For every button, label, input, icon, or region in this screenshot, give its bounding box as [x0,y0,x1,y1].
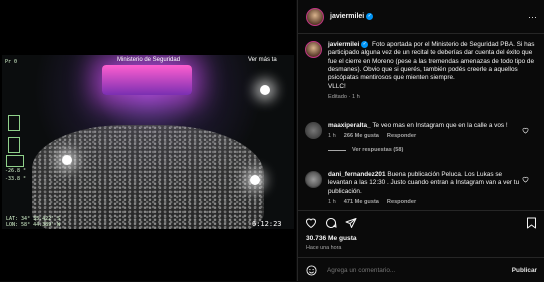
post-media: Ministerio de Seguridad Ver más ta Pr 0 … [0,0,296,281]
flood-light [260,85,270,95]
avatar[interactable] [305,171,322,188]
comment-likes[interactable]: 266 Me gusta [344,133,379,139]
publish-button[interactable]: Publicar [512,267,537,274]
heart-icon[interactable] [522,176,529,183]
comment-username[interactable]: maaxiperalta_ [328,122,371,129]
view-replies-label: Ver respuestas (58) [352,147,404,154]
hud-box [6,155,24,167]
hud-top-right: Ver más ta [248,57,277,63]
flood-light [250,175,260,185]
hud-box [8,137,20,153]
heart-icon[interactable] [522,127,529,134]
flood-light [62,155,72,165]
avatar[interactable] [306,7,324,26]
hud-left-top: Pr 0 [5,59,18,65]
avatar[interactable] [305,122,322,139]
comment-likes[interactable]: 471 Me gusta [344,199,379,205]
verified-icon: ✓ [361,41,369,48]
hud-top-label: Ministerio de Seguridad [117,57,181,63]
comment-username[interactable]: dani_fernandez201 [328,171,386,178]
like-icon[interactable] [305,217,317,229]
header-username[interactable]: javiermilei [330,13,364,20]
comments-panel: javiermilei ✓ Foto aportada por el Minist… [297,34,544,281]
share-icon[interactable] [345,217,357,229]
post-header: javiermilei ✓ ··· [297,0,544,34]
hud-box [8,115,20,131]
more-options-icon[interactable]: ··· [528,12,537,22]
likes-count[interactable]: 30.736 Me gusta [306,235,357,242]
add-comment-bar: Publicar [298,257,544,282]
hud-time: 6:12:23 [252,220,282,228]
avatar[interactable] [305,41,322,58]
caption-username[interactable]: javiermilei [328,41,359,48]
stage-lights [102,65,192,95]
concert-drone-photo[interactable]: Ministerio de Seguridad Ver más ta Pr 0 … [2,55,294,229]
hud-left-value: -33.8 ° [5,176,27,182]
comment-input[interactable] [325,265,512,275]
caption-signoff: VLLC! [328,82,346,90]
caption-block: javiermilei ✓ Foto aportada por el Minist… [305,41,537,100]
save-icon[interactable] [526,217,537,229]
comment-time: 1 h [328,198,336,205]
hud-lon: LON: 58° 44.389' W [6,222,61,228]
comment-text: Te veo mas en Instagram que en la calle … [372,122,508,129]
comment: maaxiperalta_ Te veo mas en Instagram qu… [305,122,537,153]
reply-button[interactable]: Responder [387,199,416,205]
reply-button[interactable]: Responder [387,133,416,139]
crowd [32,125,264,229]
view-replies-button[interactable]: Ver respuestas (58) [328,147,528,153]
comment-time: 1 h [328,133,336,140]
post-time: Hace una hora [306,245,342,251]
caption-meta: Editado · 1 h [328,93,360,100]
hud-left-value: -26.8 ° [5,168,27,174]
comment: dani_fernandez201 Buena publicación Pelu… [305,171,537,205]
comment-icon[interactable] [325,217,337,229]
emoji-icon[interactable] [306,264,317,276]
verified-icon: ✓ [366,13,374,20]
